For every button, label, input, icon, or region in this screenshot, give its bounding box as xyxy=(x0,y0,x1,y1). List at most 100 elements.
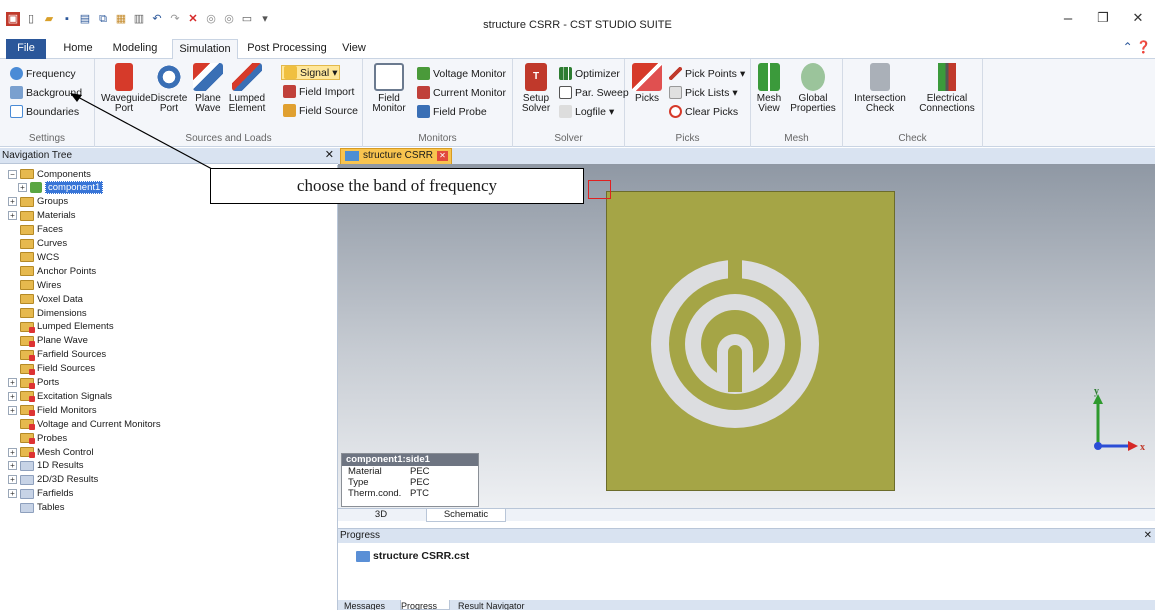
voltage-monitor-button[interactable]: Voltage Monitor xyxy=(417,67,506,80)
field-monitor-icon xyxy=(374,63,404,91)
tree-item[interactable]: Farfield Sources xyxy=(8,348,106,362)
lumped-element-button[interactable]: Lumped Element xyxy=(227,63,267,114)
tab-simulation[interactable]: Simulation xyxy=(172,39,238,60)
tab-post-processing[interactable]: Post Processing xyxy=(244,39,330,59)
tab-schematic[interactable]: Schematic xyxy=(426,509,506,522)
expand-toggle[interactable]: + xyxy=(8,197,17,207)
tree-item[interactable]: Anchor Points xyxy=(8,264,96,278)
tree-item[interactable]: + Field Monitors xyxy=(8,403,97,417)
info-panel-header: component1:side1 xyxy=(342,454,478,466)
optimizer-button[interactable]: Optimizer xyxy=(559,67,620,80)
current-monitor-button[interactable]: Current Monitor xyxy=(417,86,506,99)
pick-points-label: Pick Points xyxy=(685,67,737,80)
field-monitor-button[interactable]: Field Monitor xyxy=(369,63,409,114)
close-tab-icon[interactable]: ✕ xyxy=(437,151,448,161)
expand-toggle[interactable]: + xyxy=(8,475,17,485)
tree-item[interactable]: + Farfields xyxy=(8,487,73,501)
tree-item[interactable]: Curves xyxy=(8,237,67,251)
close-icon[interactable]: ✕ xyxy=(325,148,334,163)
tab-3d[interactable]: 3D xyxy=(356,509,406,522)
tree-item[interactable]: + component1 xyxy=(18,181,104,195)
waveguide-port-button[interactable]: Waveguide Port xyxy=(101,63,151,114)
expand-toggle[interactable]: − xyxy=(8,169,17,179)
navigation-tree[interactable]: − Components + component1 + Groups + Materials F… xyxy=(0,165,338,610)
expand-toggle[interactable]: + xyxy=(8,489,17,499)
tree-item[interactable]: WCS xyxy=(8,250,59,264)
tab-modeling[interactable]: Modeling xyxy=(104,39,166,59)
expand-toggle[interactable]: + xyxy=(8,405,17,415)
electrical-connections-icon xyxy=(932,63,962,91)
tree-item[interactable]: Voxel Data xyxy=(8,292,83,306)
expand-toggle[interactable]: + xyxy=(8,391,17,401)
electrical-connections-button[interactable]: Electrical Connections xyxy=(915,63,979,114)
waveguide-port-label: Waveguide Port xyxy=(101,93,151,114)
tree-item[interactable]: + Groups xyxy=(8,195,68,209)
expand-toggle[interactable]: + xyxy=(18,183,27,193)
intersection-check-button[interactable]: Intersection Check xyxy=(851,63,909,114)
picks-button[interactable]: Picks xyxy=(629,63,665,104)
ribbon: Frequency Background Boundaries Settings… xyxy=(0,59,1155,147)
substrate-patch[interactable] xyxy=(606,191,895,491)
folder-icon xyxy=(20,474,34,485)
logfile-button[interactable]: Logfile ▾ xyxy=(559,105,614,118)
progress-item[interactable]: structure CSRR.cst xyxy=(356,550,469,562)
expand-toggle[interactable]: + xyxy=(8,447,17,457)
plane-wave-label: Plane Wave xyxy=(195,93,221,114)
tree-item[interactable]: Plane Wave xyxy=(8,334,88,348)
clear-picks-button[interactable]: Clear Picks xyxy=(669,105,738,118)
global-properties-button[interactable]: Global Properties xyxy=(787,63,839,114)
expand-toggle[interactable]: + xyxy=(8,211,17,221)
mesh-view-button[interactable]: Mesh View xyxy=(753,63,785,114)
tab-file[interactable]: File xyxy=(6,39,46,59)
help-icon[interactable]: ⌃ ❓ xyxy=(1123,40,1151,54)
field-probe-button[interactable]: Field Probe xyxy=(417,105,487,118)
tab-view[interactable]: View xyxy=(336,39,372,59)
tree-item[interactable]: Voltage and Current Monitors xyxy=(8,417,161,431)
group-label-check: Check xyxy=(898,133,927,144)
boundaries-button[interactable]: Boundaries xyxy=(10,105,79,118)
tree-item[interactable]: Probes xyxy=(8,431,67,445)
discrete-port-button[interactable]: Discrete Port xyxy=(149,63,189,114)
folder-icon xyxy=(20,405,35,417)
tab-progress[interactable]: Progress xyxy=(400,600,450,610)
tree-item[interactable]: Faces xyxy=(8,223,63,237)
signal-dropdown[interactable]: Signal ▾ xyxy=(281,65,341,80)
frequency-button[interactable]: Frequency xyxy=(10,67,76,80)
tree-item[interactable]: Dimensions xyxy=(8,306,87,320)
folder-icon xyxy=(20,363,35,375)
tree-item[interactable]: +2D/3D Results xyxy=(8,473,98,487)
expand-toggle[interactable]: + xyxy=(8,378,17,387)
group-label-monitors: Monitors xyxy=(418,133,457,144)
background-button[interactable]: Background xyxy=(10,86,82,99)
tab-result-navigator[interactable]: Result Navigator xyxy=(458,600,548,610)
tree-item[interactable]: + Ports xyxy=(8,376,59,390)
field-source-button[interactable]: Field Source xyxy=(283,104,358,117)
tab-messages[interactable]: Messages xyxy=(344,600,396,610)
ribbon-group-mesh: Mesh View Global Properties Mesh xyxy=(751,59,843,147)
tree-item[interactable]: + Mesh Control xyxy=(8,445,94,459)
plane-wave-button[interactable]: Plane Wave xyxy=(191,63,225,114)
pick-lists-dropdown[interactable]: Pick Lists ▾ xyxy=(669,86,738,99)
tree-item[interactable]: Wires xyxy=(8,278,61,292)
clear-picks-icon xyxy=(669,105,682,118)
tree-item[interactable]: Lumped Elements xyxy=(8,320,114,334)
minimize-button[interactable]: – xyxy=(1058,10,1078,27)
info-key: Type xyxy=(348,477,369,488)
field-import-button[interactable]: Field Import xyxy=(283,85,354,98)
tree-item[interactable]: Field Sources xyxy=(8,362,95,376)
tree-item[interactable]: + Excitation Signals xyxy=(8,389,112,403)
expand-toggle[interactable]: + xyxy=(8,461,17,471)
tab-structure-csrr[interactable]: structure CSRR ✕ xyxy=(340,148,452,164)
close-icon[interactable]: ✕ xyxy=(1144,529,1152,543)
tree-item[interactable]: +1D Results xyxy=(8,459,83,473)
par-sweep-button[interactable]: Par. Sweep xyxy=(559,86,629,99)
tree-item[interactable]: Tables xyxy=(8,501,64,515)
tree-item[interactable]: + Materials xyxy=(8,209,76,223)
tab-home[interactable]: Home xyxy=(56,39,100,59)
restore-button[interactable]: ❐ xyxy=(1093,10,1113,26)
close-button[interactable]: ✕ xyxy=(1128,10,1148,26)
tree-item[interactable]: − Components xyxy=(8,167,91,181)
pick-points-dropdown[interactable]: Pick Points ▾ xyxy=(669,67,745,80)
setup-solver-button[interactable]: T Setup Solver xyxy=(517,63,555,114)
tree-item-label: Field Monitors xyxy=(37,404,97,416)
